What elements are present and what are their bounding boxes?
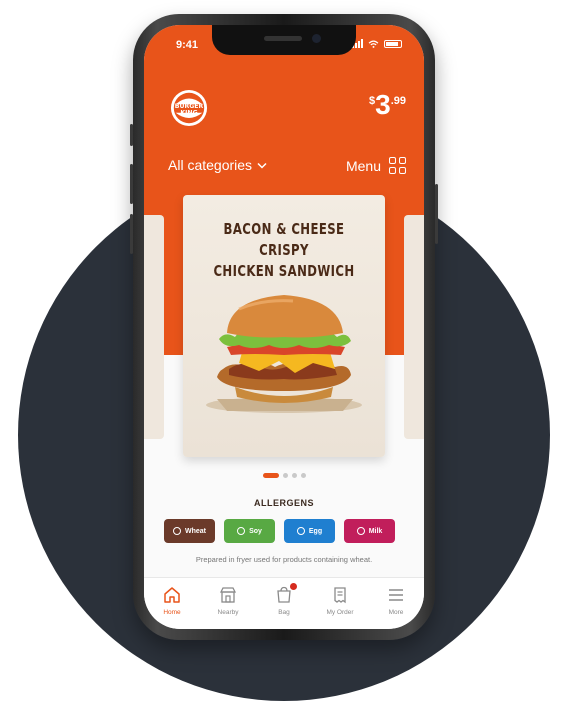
tab-nearby[interactable]: Nearby [203,586,253,616]
tab-home[interactable]: Home [147,586,197,616]
chevron-down-icon [257,162,267,169]
battery-icon [384,39,402,48]
volume-up-button [130,164,133,204]
bag-badge [290,583,297,590]
volume-down-button [130,214,133,254]
tab-bag[interactable]: Bag [259,583,309,616]
status-icons [352,39,402,48]
product-title: BACON & CHEESE CRISPY CHICKEN SANDWICH [205,219,363,282]
carousel-dot[interactable] [300,473,306,478]
carousel-next-card[interactable] [404,215,424,439]
category-dropdown[interactable]: All categories [168,157,267,173]
hamburger-menu-icon [389,589,403,601]
milk-icon [356,527,365,535]
allergen-note: Prepared in fryer used for products cont… [195,555,373,564]
status-time: 9:41 [176,39,199,51]
grid-icon [389,157,406,174]
bag-icon-wrap [275,583,297,604]
soy-icon [237,527,246,535]
store-icon [219,587,237,603]
speaker [264,36,302,41]
allergen-egg[interactable]: Egg [284,519,335,543]
carousel-dot[interactable] [282,473,288,478]
allergen-soy[interactable]: Soy [224,519,275,543]
wifi-icon [368,39,379,48]
carousel-dot[interactable] [291,473,297,478]
allergens-list: Wheat Soy Egg Milk [164,519,395,543]
receipt-icon [334,587,346,604]
phone-frame: 9:41 BURGER KING $ 3 .99 All categories … [130,14,438,640]
tab-my-order[interactable]: My Order [315,586,365,616]
silent-switch [130,124,133,146]
allergens-title: ALLERGENS [253,498,314,508]
carousel-dot-active[interactable] [262,473,279,478]
front-camera [312,34,321,43]
price-cents: .99 [390,95,406,107]
tab-bar: Home Nearby Bag My Order More [144,577,424,629]
menu-button[interactable]: Menu [346,157,406,174]
egg-icon [296,527,305,535]
home-icon [164,587,180,603]
tab-more[interactable]: More [371,586,421,616]
wheat-icon [173,527,181,535]
notch [212,25,356,55]
product-title-line2: CHICKEN SANDWICH [213,262,355,280]
burger-image [206,295,362,413]
product-title-line1: BACON & CHEESE CRISPY [223,220,345,259]
product-card[interactable]: BACON & CHEESE CRISPY CHICKEN SANDWICH [183,195,385,457]
allergen-milk[interactable]: Milk [344,519,395,543]
burger-king-logo[interactable]: BURGER KING [170,89,208,127]
menu-label: Menu [345,157,381,174]
carousel-prev-card[interactable] [144,215,164,439]
phone-screen: 9:41 BURGER KING $ 3 .99 All categories … [144,25,424,629]
price-integer: 3 [375,89,391,120]
allergen-wheat[interactable]: Wheat [164,519,215,543]
bag-total-price[interactable]: $ 3 .99 [369,91,406,119]
carousel-indicator[interactable] [144,473,424,478]
category-dropdown-label: All categories [168,157,253,173]
power-button [435,184,438,244]
svg-text:KING: KING [180,110,197,117]
